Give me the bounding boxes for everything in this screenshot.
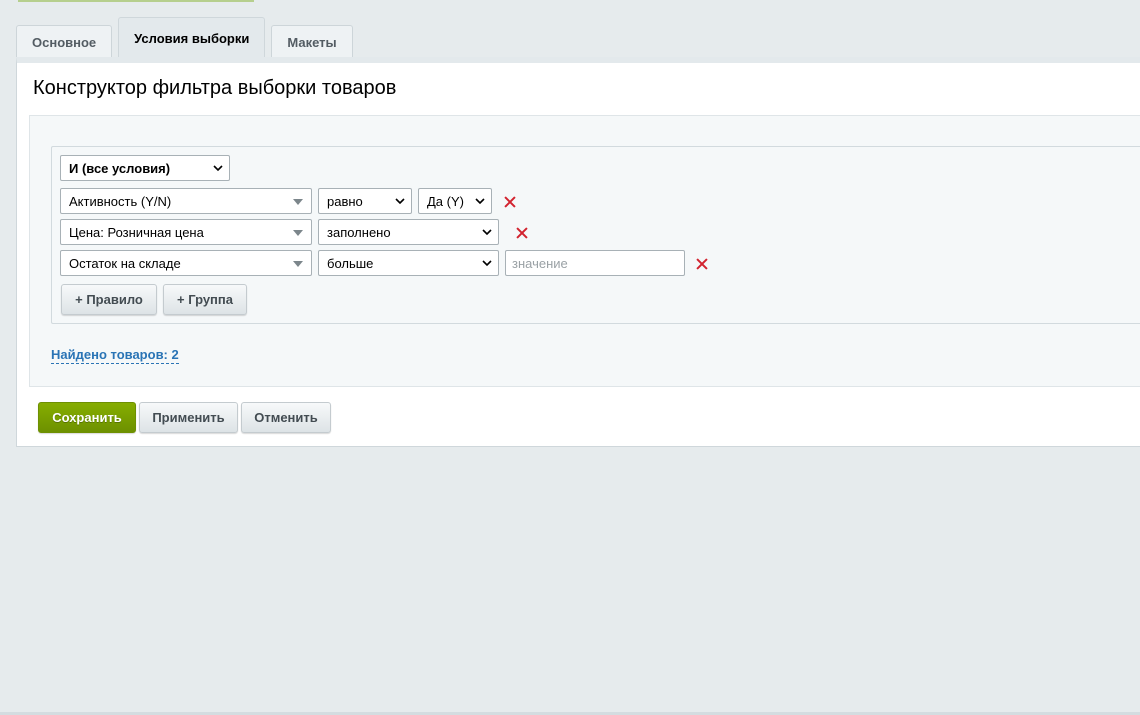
tab-selection-conditions[interactable]: Условия выборки (118, 17, 266, 58)
rule-3-value-input[interactable] (505, 250, 685, 276)
top-accent-line (18, 0, 254, 2)
rule-1-operator-value: равно (327, 193, 363, 209)
condition-group: И (все условия) Активность (Y/N) равно Д… (51, 146, 1140, 324)
rule-2-delete-icon[interactable] (515, 226, 529, 240)
rule-3-operator-value: больше (327, 255, 374, 271)
rule-2-field-select[interactable]: Цена: Розничная цена (60, 219, 312, 245)
dropdown-arrow-icon (293, 230, 303, 236)
chevron-down-icon (482, 229, 492, 236)
group-logic-value: И (все условия) (69, 160, 171, 176)
rule-2-operator-select[interactable]: заполнено (318, 219, 499, 245)
rule-3-delete-icon[interactable] (695, 257, 709, 271)
rule-1-field-select[interactable]: Активность (Y/N) (60, 188, 312, 214)
rule-2-operator-value: заполнено (327, 224, 391, 240)
found-products-link[interactable]: Найдено товаров: 2 (51, 347, 179, 364)
filter-builder-area: И (все условия) Активность (Y/N) равно Д… (29, 115, 1140, 387)
cancel-button[interactable]: Отменить (241, 402, 331, 433)
rule-1-value: Да (Y) (427, 193, 464, 209)
add-rule-button[interactable]: + Правило (61, 284, 157, 315)
rule-1-value-select[interactable]: Да (Y) (418, 188, 492, 214)
rule-1-field-value: Активность (Y/N) (69, 193, 172, 209)
rule-3-operator-select[interactable]: больше (318, 250, 499, 276)
apply-button[interactable]: Применить (139, 402, 238, 433)
rule-3-field-select[interactable]: Остаток на складе (60, 250, 312, 276)
tab-layouts[interactable]: Макеты (271, 25, 353, 58)
found-products-count: 2 (171, 347, 179, 362)
tab-main[interactable]: Основное (16, 25, 113, 58)
dropdown-arrow-icon (293, 261, 303, 267)
chevron-down-icon (395, 198, 405, 205)
rule-1-delete-icon[interactable] (503, 195, 517, 209)
chevron-down-icon (213, 165, 223, 172)
rule-1-operator-select[interactable]: равно (318, 188, 412, 214)
chevron-down-icon (475, 198, 485, 205)
add-group-button[interactable]: + Группа (163, 284, 247, 315)
rule-3-field-value: Остаток на складе (69, 255, 181, 271)
tab-bar: Основное Условия выборки Макеты (16, 17, 359, 58)
found-products-label: Найдено товаров: (51, 347, 168, 362)
rule-2-field-value: Цена: Розничная цена (69, 224, 204, 240)
page-title: Конструктор фильтра выборки товаров (33, 77, 397, 99)
group-logic-select[interactable]: И (все условия) (60, 155, 230, 181)
save-button[interactable]: Сохранить (38, 402, 136, 433)
dropdown-arrow-icon (293, 199, 303, 205)
content-panel: Конструктор фильтра выборки товаров И (в… (16, 57, 1140, 447)
chevron-down-icon (482, 260, 492, 267)
